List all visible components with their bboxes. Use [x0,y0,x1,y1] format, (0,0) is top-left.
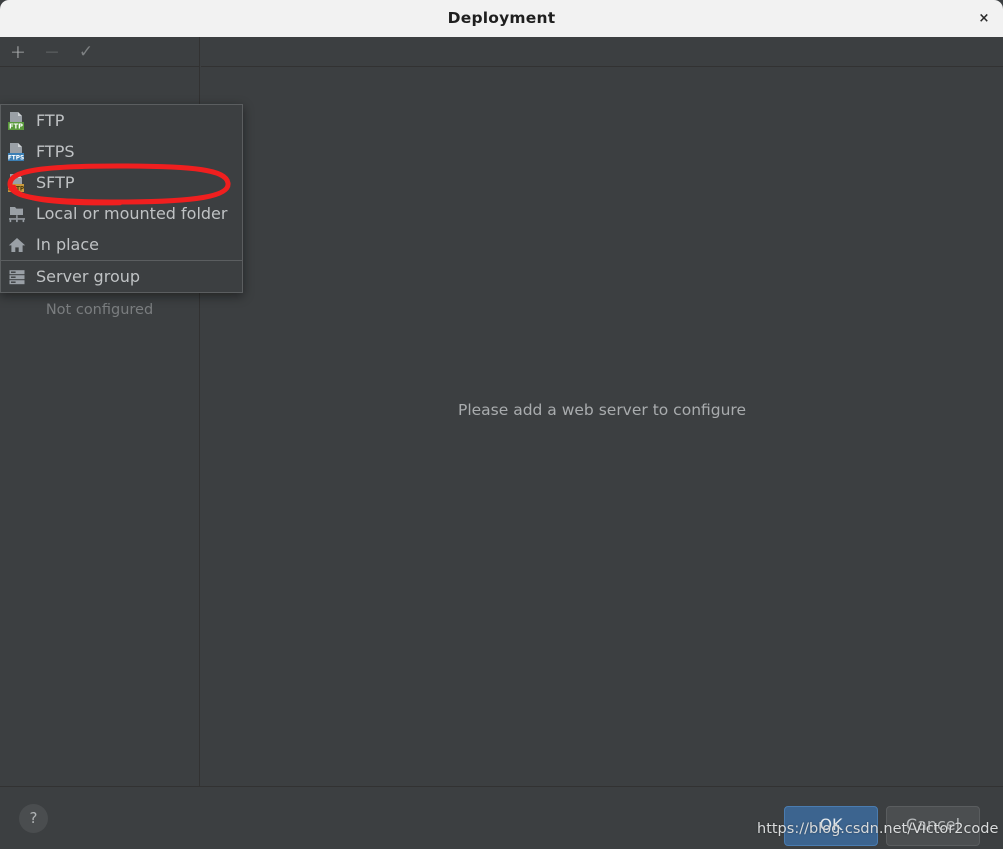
menu-item-label: In place [36,235,99,254]
ftp-icon: FTP [7,111,27,131]
menu-item-label: Server group [36,267,141,286]
config-pane-header [201,37,1003,67]
close-icon[interactable]: × [975,10,993,28]
server-group-icon [7,267,27,287]
server-list-toolbar: + − ✓ [0,37,199,67]
svg-text:FTP: FTP [9,122,23,130]
menu-item-in-place[interactable]: In place [1,229,242,260]
svg-text:FTPS: FTPS [8,155,24,161]
check-icon[interactable]: ✓ [74,40,98,64]
menu-item-label: FTP [36,111,65,130]
window-titlebar: Deployment × [0,0,1003,37]
menu-item-local-or-mounted-folder[interactable]: Local or mounted folder [1,198,242,229]
menu-item-sftp[interactable]: SFTP SFTP [1,167,242,198]
server-config-pane: Please add a web server to configure [201,37,1003,786]
deployment-dialog: Deployment × + − ✓ Not configured Please… [0,0,1003,849]
menu-item-label: FTPS [36,142,75,161]
home-icon [7,235,27,255]
not-configured-label: Not configured [45,302,154,318]
ftps-icon: FTPS [7,142,27,162]
add-server-type-menu: FTP FTP FTPS FTPS SFTP SFTP Local or mou… [0,104,243,293]
plus-icon[interactable]: + [6,40,30,64]
mounted-folder-icon [7,204,27,224]
dialog-footer: ? OK Cancel [0,786,1003,849]
menu-item-ftps[interactable]: FTPS FTPS [1,136,242,167]
menu-item-server-group[interactable]: Server group [1,261,242,292]
minus-icon[interactable]: − [40,40,64,64]
menu-item-ftp[interactable]: FTP FTP [1,105,242,136]
sftp-icon: SFTP [7,173,27,193]
svg-text:SFTP: SFTP [8,186,25,192]
help-icon[interactable]: ? [19,804,48,833]
watermark-text: https://blog.csdn.net/Victor2code [757,821,999,837]
menu-item-label: Local or mounted folder [36,204,228,223]
config-empty-message: Please add a web server to configure [457,401,747,419]
dialog-body: + − ✓ Not configured Please add a web se… [0,37,1003,786]
menu-item-label: SFTP [36,173,75,192]
window-title: Deployment [447,9,556,27]
